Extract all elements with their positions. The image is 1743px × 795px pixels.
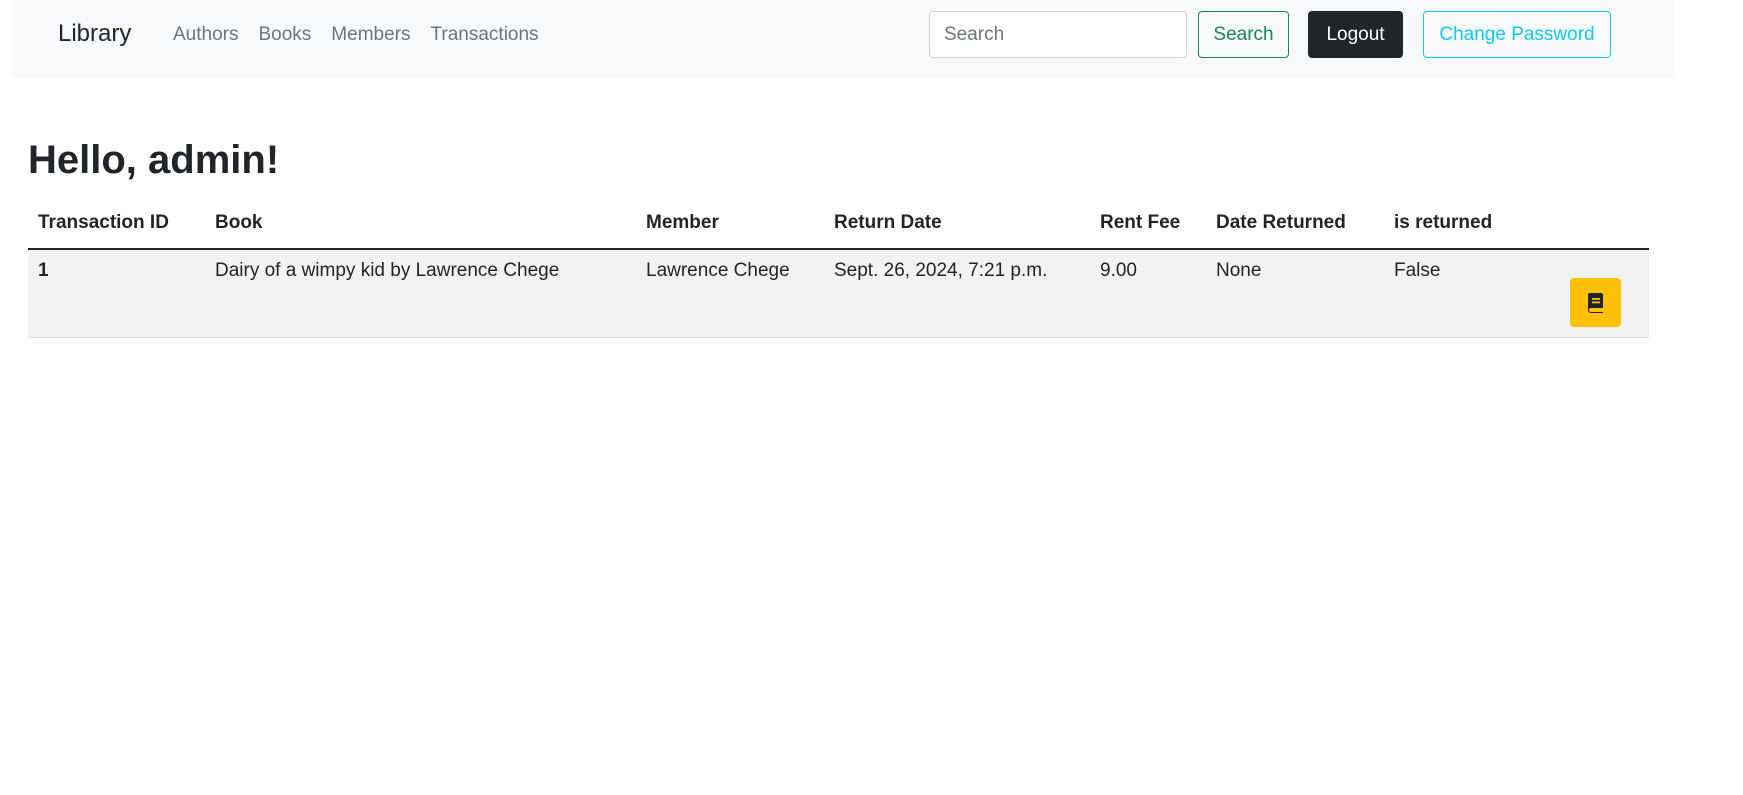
transactions-table: Transaction ID Book Member Return Date R… (28, 202, 1649, 338)
nav-link-members[interactable]: Members (321, 24, 420, 46)
navbar: Library Authors Books Members Transactio… (12, 0, 1675, 78)
cell-book: Dairy of a wimpy kid by Lawrence Chege (205, 249, 636, 338)
header-actions (1542, 202, 1649, 250)
cell-transaction-id: 1 (28, 249, 205, 338)
cell-member: Lawrence Chege (636, 249, 824, 338)
header-rent-fee: Rent Fee (1090, 202, 1206, 250)
nav-link-transactions[interactable]: Transactions (420, 24, 548, 46)
header-book: Book (205, 202, 636, 250)
nav-link-authors[interactable]: Authors (163, 24, 248, 46)
page-title: Hello, admin! (28, 138, 280, 182)
cell-date-returned: None (1206, 249, 1384, 338)
search-button[interactable]: Search (1198, 11, 1289, 58)
book-icon (1586, 292, 1606, 314)
header-return-date: Return Date (824, 202, 1090, 250)
return-book-button[interactable] (1570, 278, 1621, 327)
cell-actions (1542, 249, 1649, 338)
header-is-returned: is returned (1384, 202, 1542, 250)
table-header-row: Transaction ID Book Member Return Date R… (28, 202, 1649, 250)
cell-is-returned: False (1384, 249, 1542, 338)
cell-rent-fee: 9.00 (1090, 249, 1206, 338)
nav-links: Authors Books Members Transactions (163, 24, 549, 46)
cell-return-date: Sept. 26, 2024, 7:21 p.m. (824, 249, 1090, 338)
table-body: 1 Dairy of a wimpy kid by Lawrence Chege… (28, 249, 1649, 338)
header-date-returned: Date Returned (1206, 202, 1384, 250)
nav-link-books[interactable]: Books (248, 24, 321, 46)
logout-button[interactable]: Logout (1308, 11, 1403, 58)
search-input[interactable] (929, 11, 1187, 58)
header-member: Member (636, 202, 824, 250)
table-row: 1 Dairy of a wimpy kid by Lawrence Chege… (28, 249, 1649, 338)
navbar-brand[interactable]: Library (58, 20, 131, 48)
change-password-button[interactable]: Change Password (1423, 11, 1611, 58)
table-header: Transaction ID Book Member Return Date R… (28, 202, 1649, 250)
header-transaction-id: Transaction ID (28, 202, 205, 250)
